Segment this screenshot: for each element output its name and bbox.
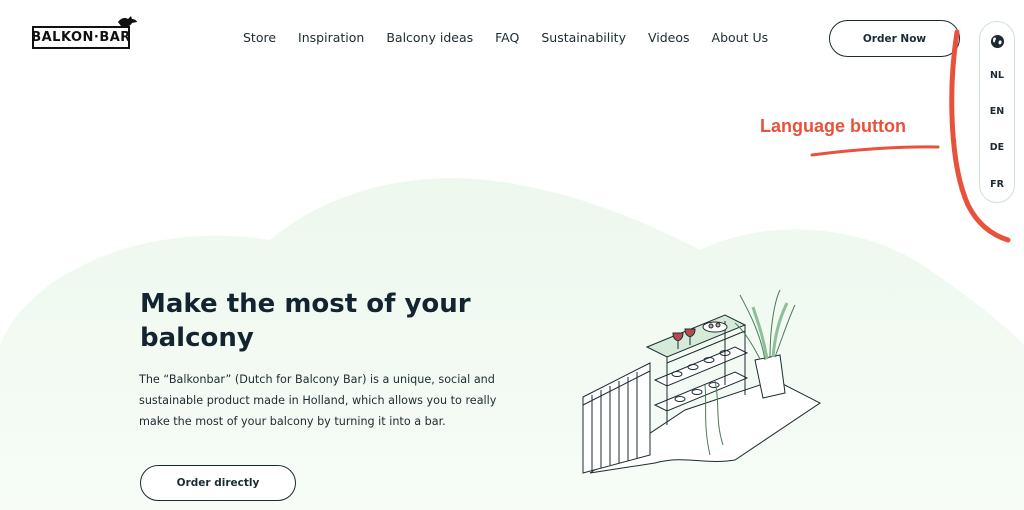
globe-icon[interactable] — [990, 34, 1005, 49]
balcony-bar-illustration — [582, 289, 821, 474]
language-option-en[interactable]: EN — [980, 106, 1014, 117]
brand-logo[interactable]: BALKON·BAR — [31, 14, 142, 54]
order-directly-button[interactable]: Order directly — [140, 465, 296, 501]
hero-title: Make the most of your balcony — [140, 289, 471, 353]
language-switcher: NL EN DE FR — [979, 21, 1015, 203]
hero-description: The “Balkonbar” (Dutch for Balcony Bar) … — [139, 373, 497, 428]
order-now-button[interactable]: Order Now — [829, 20, 960, 57]
nav-item-videos[interactable]: Videos — [648, 30, 690, 45]
nav-item-sustainability[interactable]: Sustainability — [541, 30, 626, 45]
main-navigation: Store Inspiration Balcony ideas FAQ Sust… — [243, 30, 790, 45]
nav-item-store[interactable]: Store — [243, 30, 276, 45]
logo-wordmark: BALKON·BAR — [31, 26, 130, 49]
nav-item-faq[interactable]: FAQ — [495, 30, 519, 45]
language-option-de[interactable]: DE — [980, 142, 1014, 153]
language-option-fr[interactable]: FR — [980, 179, 1014, 190]
nav-item-about-us[interactable]: About Us — [712, 30, 769, 45]
language-option-nl[interactable]: NL — [980, 70, 1014, 81]
annotation-label: Language button — [760, 116, 906, 136]
nav-item-inspiration[interactable]: Inspiration — [298, 30, 364, 45]
nav-item-balcony-ideas[interactable]: Balcony ideas — [386, 30, 473, 45]
background-cloud-shape — [0, 178, 1024, 510]
